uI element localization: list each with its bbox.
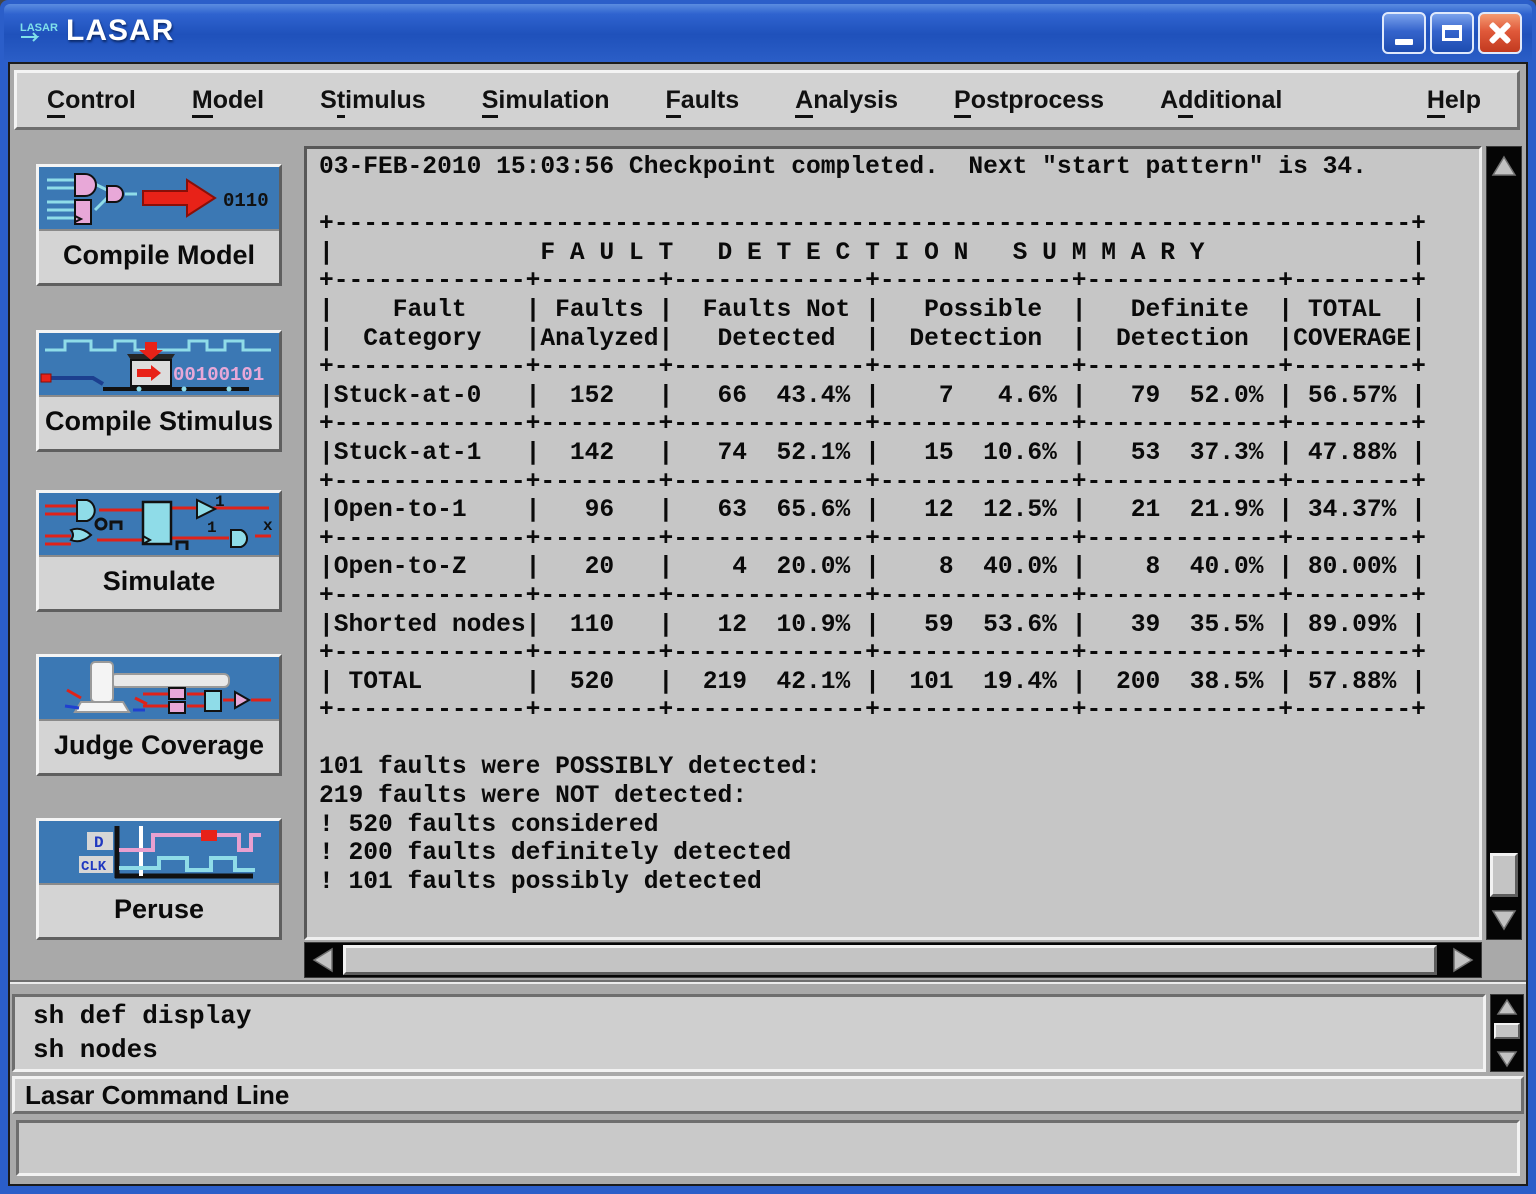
svg-text:1: 1: [207, 519, 217, 537]
menu-label: P: [954, 86, 971, 118]
window-title: LASAR: [66, 14, 174, 48]
menu-label: F: [666, 86, 681, 118]
scroll-down-button[interactable]: [1487, 901, 1521, 939]
menu-label: ontrol: [65, 86, 136, 114]
menu-item-faults[interactable]: Faults: [666, 86, 740, 115]
menubar: Control Model Stimulus Simulation Faults…: [14, 70, 1520, 130]
history-scroll-up-button[interactable]: [1491, 995, 1523, 1019]
menu-label: odel: [213, 86, 264, 114]
menu-item-analysis[interactable]: Analysis: [795, 86, 898, 115]
compile-model-button[interactable]: 0110 Compile Model: [36, 164, 282, 286]
command-line-label-bar: Lasar Command Line: [12, 1076, 1524, 1114]
svg-text:00100101: 00100101: [173, 364, 264, 386]
menu-label: ostprocess: [971, 86, 1104, 114]
menu-label: S: [320, 86, 337, 114]
peruse-button[interactable]: D CLK Peruse: [36, 818, 282, 940]
menu-item-model[interactable]: Model: [192, 86, 264, 115]
simulate-button[interactable]: 1 1 x Simulate: [36, 490, 282, 612]
up-arrow-icon: [1491, 155, 1517, 177]
menu-label: C: [47, 86, 65, 118]
titlebar[interactable]: LASAR LASAR: [4, 4, 1532, 60]
judge-coverage-button[interactable]: Judge Coverage: [36, 654, 282, 776]
menu-item-help[interactable]: Help: [1427, 86, 1481, 115]
maximize-icon: [1442, 25, 1462, 41]
menu-label: d: [1178, 86, 1193, 118]
compile-stimulus-button[interactable]: 00100101 Compile Stimulus: [36, 330, 282, 452]
simulate-icon: 1 1 x: [39, 493, 279, 557]
compile-model-label: Compile Model: [39, 231, 279, 283]
menu-label: t: [337, 86, 345, 118]
peruse-icon: D CLK: [39, 821, 279, 885]
vertical-scrollbar-thumb[interactable]: [1490, 853, 1518, 897]
section-divider: [10, 980, 1526, 984]
menu-label: M: [192, 86, 213, 118]
right-arrow-icon: [1452, 947, 1474, 973]
menu-label: S: [482, 86, 499, 118]
main-vertical-scrollbar[interactable]: [1486, 146, 1522, 940]
svg-text:D: D: [94, 834, 104, 852]
menu-label: aults: [681, 86, 739, 114]
menu-label: elp: [1445, 86, 1481, 114]
menu-item-simulation[interactable]: Simulation: [482, 86, 610, 115]
judge-coverage-label: Judge Coverage: [39, 721, 279, 773]
command-input[interactable]: [16, 1120, 1520, 1176]
window-content: Control Model Stimulus Simulation Faults…: [8, 62, 1528, 1186]
up-arrow-icon: [1496, 998, 1518, 1016]
simulate-label: Simulate: [39, 557, 279, 609]
judge-coverage-icon: [39, 657, 279, 721]
close-icon: [1488, 21, 1512, 45]
scroll-left-button[interactable]: [305, 943, 341, 977]
menu-label: imulus: [345, 86, 426, 114]
command-line-label: Lasar Command Line: [15, 1079, 1521, 1111]
svg-text:0110: 0110: [223, 190, 269, 212]
menu-item-control[interactable]: Control: [47, 86, 136, 115]
fault-summary-output: 03-FEB-2010 15:03:56 Checkpoint complete…: [307, 149, 1479, 897]
menu-label: A: [1160, 86, 1178, 114]
horizontal-scrollbar-thumb[interactable]: [343, 945, 1437, 975]
menu-label: ditional: [1193, 86, 1282, 114]
scroll-up-button[interactable]: [1487, 147, 1521, 185]
main-horizontal-scrollbar[interactable]: [304, 942, 1482, 978]
menu-label: A: [795, 86, 813, 118]
peruse-label: Peruse: [39, 885, 279, 937]
down-arrow-icon: [1496, 1050, 1518, 1068]
close-button[interactable]: [1478, 12, 1522, 54]
left-arrow-icon: [312, 947, 334, 973]
history-scrollbar-thumb[interactable]: [1494, 1023, 1520, 1039]
compile-model-icon: 0110: [39, 167, 279, 231]
compile-stimulus-label: Compile Stimulus: [39, 397, 279, 449]
scroll-right-button[interactable]: [1445, 943, 1481, 977]
app-logo-icon: LASAR: [18, 18, 60, 48]
history-scrollbar[interactable]: [1490, 994, 1524, 1072]
menu-label: imulation: [498, 86, 609, 114]
history-scroll-down-button[interactable]: [1491, 1047, 1523, 1071]
svg-text:LASAR: LASAR: [20, 22, 58, 34]
compile-stimulus-icon: 00100101: [39, 333, 279, 397]
menu-item-additional[interactable]: Additional: [1160, 86, 1282, 115]
main-output-panel[interactable]: 03-FEB-2010 15:03:56 Checkpoint complete…: [304, 146, 1482, 940]
svg-text:CLK: CLK: [81, 859, 107, 875]
minimize-button[interactable]: [1382, 12, 1426, 54]
menu-label: nalysis: [813, 86, 898, 114]
lasar-window: LASAR LASAR Control Model Stimulus Simul…: [0, 0, 1536, 1194]
menu-item-postprocess[interactable]: Postprocess: [954, 86, 1104, 115]
menu-label: H: [1427, 86, 1445, 118]
maximize-button[interactable]: [1430, 12, 1474, 54]
down-arrow-icon: [1491, 909, 1517, 931]
command-history-panel[interactable]: sh def display sh nodes: [12, 994, 1486, 1072]
minimize-icon: [1395, 39, 1413, 45]
svg-text:1: 1: [215, 493, 225, 511]
menu-item-stimulus[interactable]: Stimulus: [320, 86, 426, 115]
command-history-text: sh def display sh nodes: [15, 997, 1483, 1067]
svg-text:x: x: [263, 517, 273, 535]
